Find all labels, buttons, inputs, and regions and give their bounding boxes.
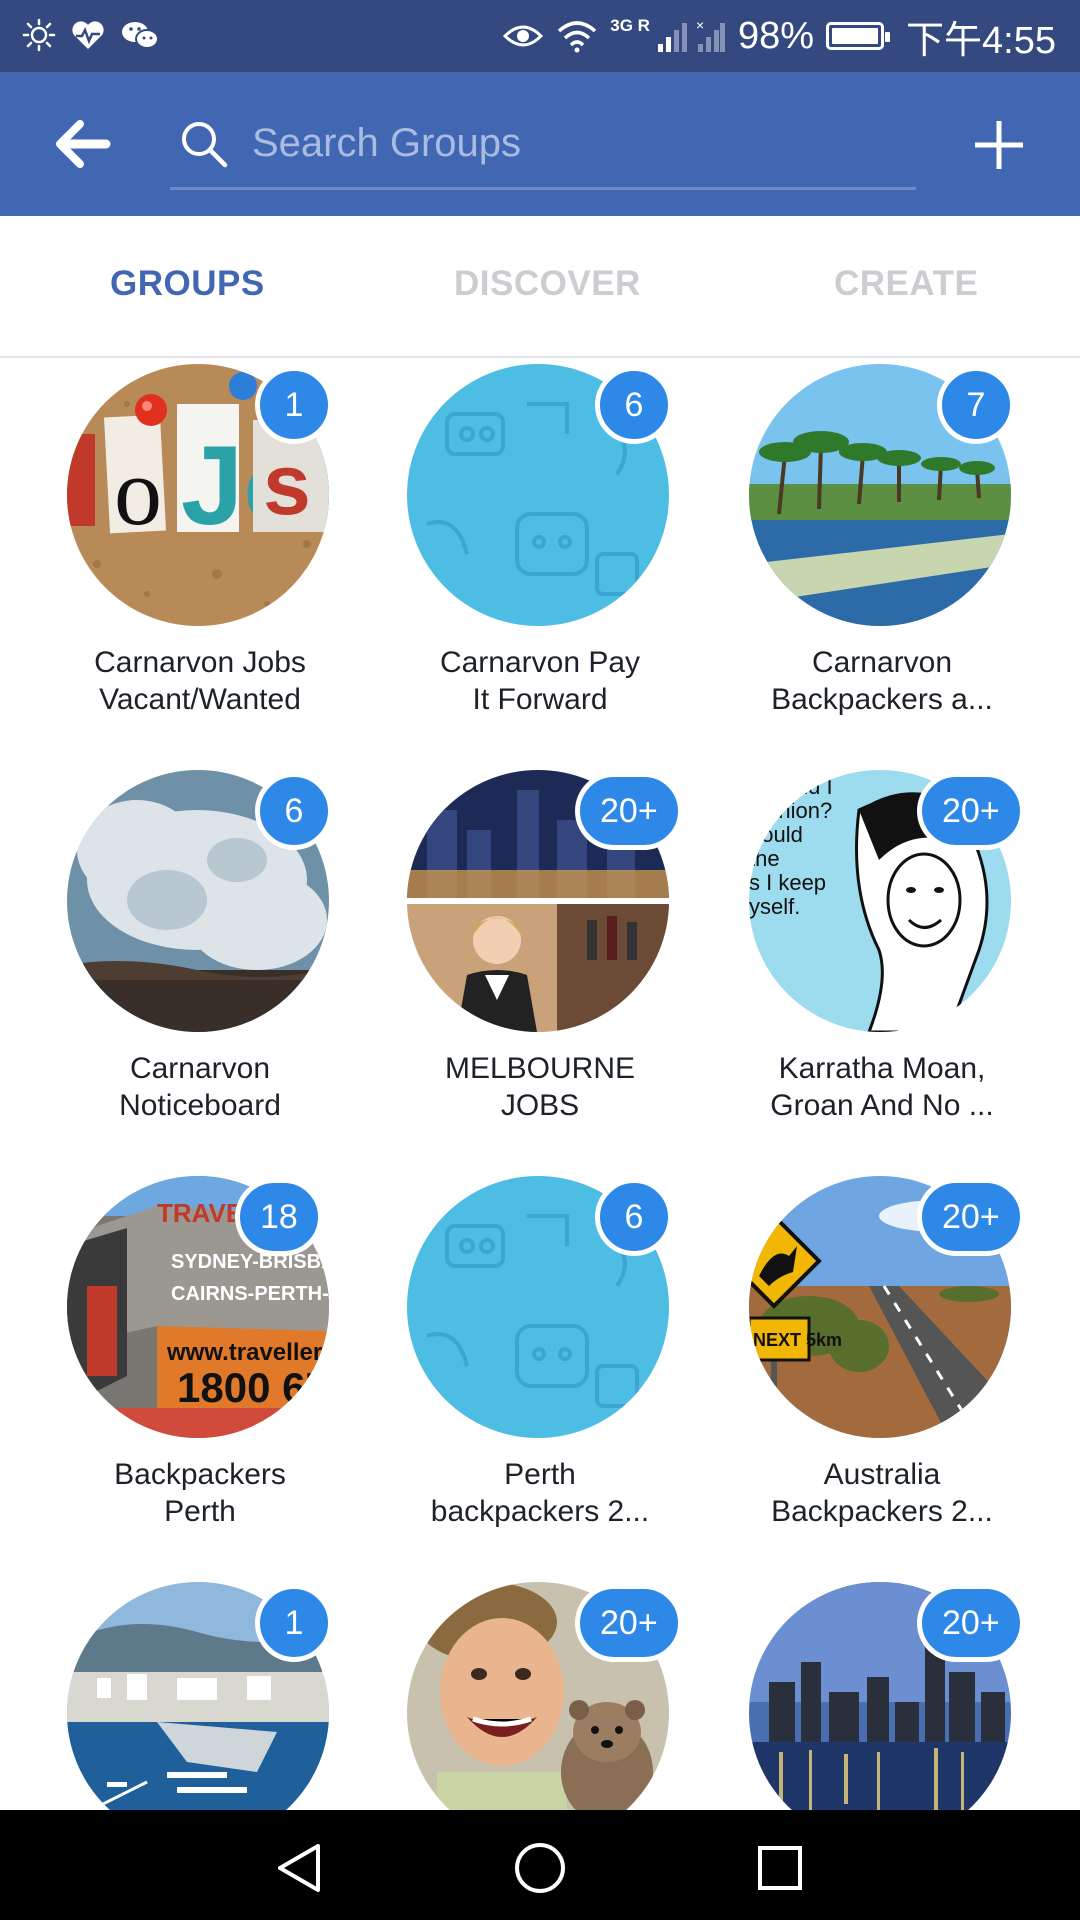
group-card[interactable]: TRAVELL SYDNEY-BRISBANE CAIRNS-PERTH- ww… xyxy=(29,1172,371,1572)
status-left-icons xyxy=(22,18,160,52)
battery-percent: 98% xyxy=(737,14,815,57)
svg-text:×: × xyxy=(696,18,704,33)
group-card[interactable]: NEXT 5km 20+ Australia Backpackers 2... xyxy=(711,1172,1053,1572)
signal-icon: × xyxy=(657,18,725,52)
group-name: Carnarvon Jobs Vacant/Wanted xyxy=(94,646,306,716)
create-group-button[interactable] xyxy=(972,118,1026,172)
svg-text:www.travellers-a: www.travellers-a xyxy=(166,1339,329,1366)
groups-grid: o Jobs s 1 Carnarvon JobsVacant/Wanted xyxy=(0,360,1080,1810)
brightness-icon xyxy=(22,18,56,52)
search-icon xyxy=(182,122,228,168)
notification-badge: 1 xyxy=(255,366,333,444)
notification-badge: 18 xyxy=(235,1178,323,1256)
clock: 下午4:55 xyxy=(906,19,1056,62)
search-bar[interactable] xyxy=(170,98,916,190)
tab-discover[interactable]: DISCOVER xyxy=(454,264,641,304)
svg-text:NEXT 5km: NEXT 5km xyxy=(753,1330,842,1350)
notification-badge: 20+ xyxy=(575,772,683,850)
recents-square-icon xyxy=(758,1846,802,1890)
back-arrow-icon xyxy=(56,120,111,168)
app-header xyxy=(0,72,1080,216)
nav-recents-button[interactable] xyxy=(752,1840,808,1896)
svg-text:CAIRNS-PERTH-: CAIRNS-PERTH- xyxy=(171,1283,329,1305)
group-name: MELBOURNE JOBS xyxy=(444,1052,636,1122)
notification-badge: 20+ xyxy=(575,1584,683,1662)
group-card[interactable]: 7 Carnarvon Backpackers a... xyxy=(711,360,1053,760)
battery-icon xyxy=(826,22,891,50)
status-right-icons: 3G R × 98% 下午4:55 xyxy=(502,0,1056,72)
group-name: Karratha Moan, Groan And No ... xyxy=(770,1052,994,1122)
group-card[interactable]: 20+ xyxy=(711,1578,1053,1810)
notification-badge: 7 xyxy=(937,366,1015,444)
group-name: Carnarvon Pay It Forward xyxy=(439,646,641,716)
home-circle-icon xyxy=(515,1843,565,1893)
group-card[interactable]: 6 Carnarvon Noticeboard xyxy=(29,766,371,1166)
group-card[interactable]: orry did I opinion? hould the s I keep y… xyxy=(711,766,1053,1166)
nav-home-button[interactable] xyxy=(512,1840,568,1896)
svg-text:1800 67: 1800 67 xyxy=(177,1364,329,1411)
notification-badge: 6 xyxy=(595,366,673,444)
group-card[interactable]: 1 xyxy=(29,1578,371,1810)
group-name: Australia Backpackers 2... xyxy=(771,1458,993,1528)
tab-groups[interactable]: GROUPS xyxy=(110,264,265,304)
eye-icon xyxy=(503,25,544,47)
svg-text:s I keep: s I keep xyxy=(749,870,826,895)
group-name: Perth backpackers 2... xyxy=(430,1458,650,1528)
notification-badge: 1 xyxy=(255,1584,333,1662)
svg-text:hould: hould xyxy=(749,822,803,847)
heart-rate-icon xyxy=(72,21,104,49)
svg-text:s: s xyxy=(263,437,311,533)
status-bar: 3G R × 98% 下午4:55 xyxy=(0,0,1080,72)
svg-text:orry did I: orry did I xyxy=(749,774,833,799)
group-card[interactable]: 6 Perth backpackers 2... xyxy=(369,1172,711,1572)
notification-badge: 6 xyxy=(595,1178,673,1256)
wechat-icon xyxy=(122,22,159,49)
group-name: Backpackers Perth xyxy=(114,1458,286,1528)
wifi-icon xyxy=(558,21,597,53)
group-card[interactable]: o Jobs s 1 Carnarvon JobsVacant/Wanted xyxy=(29,360,371,760)
svg-text:opinion?: opinion? xyxy=(749,798,832,823)
group-card[interactable]: 20+ xyxy=(369,1578,711,1810)
svg-text:o: o xyxy=(114,438,162,545)
tab-bar: GROUPS DISCOVER CREATE xyxy=(0,216,1080,358)
search-input[interactable] xyxy=(252,112,892,174)
back-button[interactable] xyxy=(52,112,116,176)
notification-badge: 20+ xyxy=(917,1584,1025,1662)
system-nav-bar xyxy=(0,1810,1080,1920)
svg-text:SYDNEY-BRISBANE: SYDNEY-BRISBANE xyxy=(171,1251,329,1273)
group-card[interactable]: 20+ MELBOURNE JOBS xyxy=(369,766,711,1166)
svg-text:the: the xyxy=(749,846,780,871)
network-type-label: 3G R xyxy=(610,16,650,35)
notification-badge: 6 xyxy=(255,772,333,850)
svg-text:yself.: yself. xyxy=(749,894,800,919)
tab-create[interactable]: CREATE xyxy=(834,264,978,304)
group-name: Carnarvon Noticeboard xyxy=(119,1052,281,1122)
group-card[interactable]: 6 Carnarvon Pay It Forward xyxy=(369,360,711,760)
group-name: Carnarvon Backpackers a... xyxy=(771,646,993,716)
nav-back-button[interactable] xyxy=(272,1840,328,1896)
notification-badge: 20+ xyxy=(917,1178,1025,1256)
back-triangle-icon xyxy=(278,1844,320,1892)
plus-icon xyxy=(975,121,1023,169)
notification-badge: 20+ xyxy=(917,772,1025,850)
